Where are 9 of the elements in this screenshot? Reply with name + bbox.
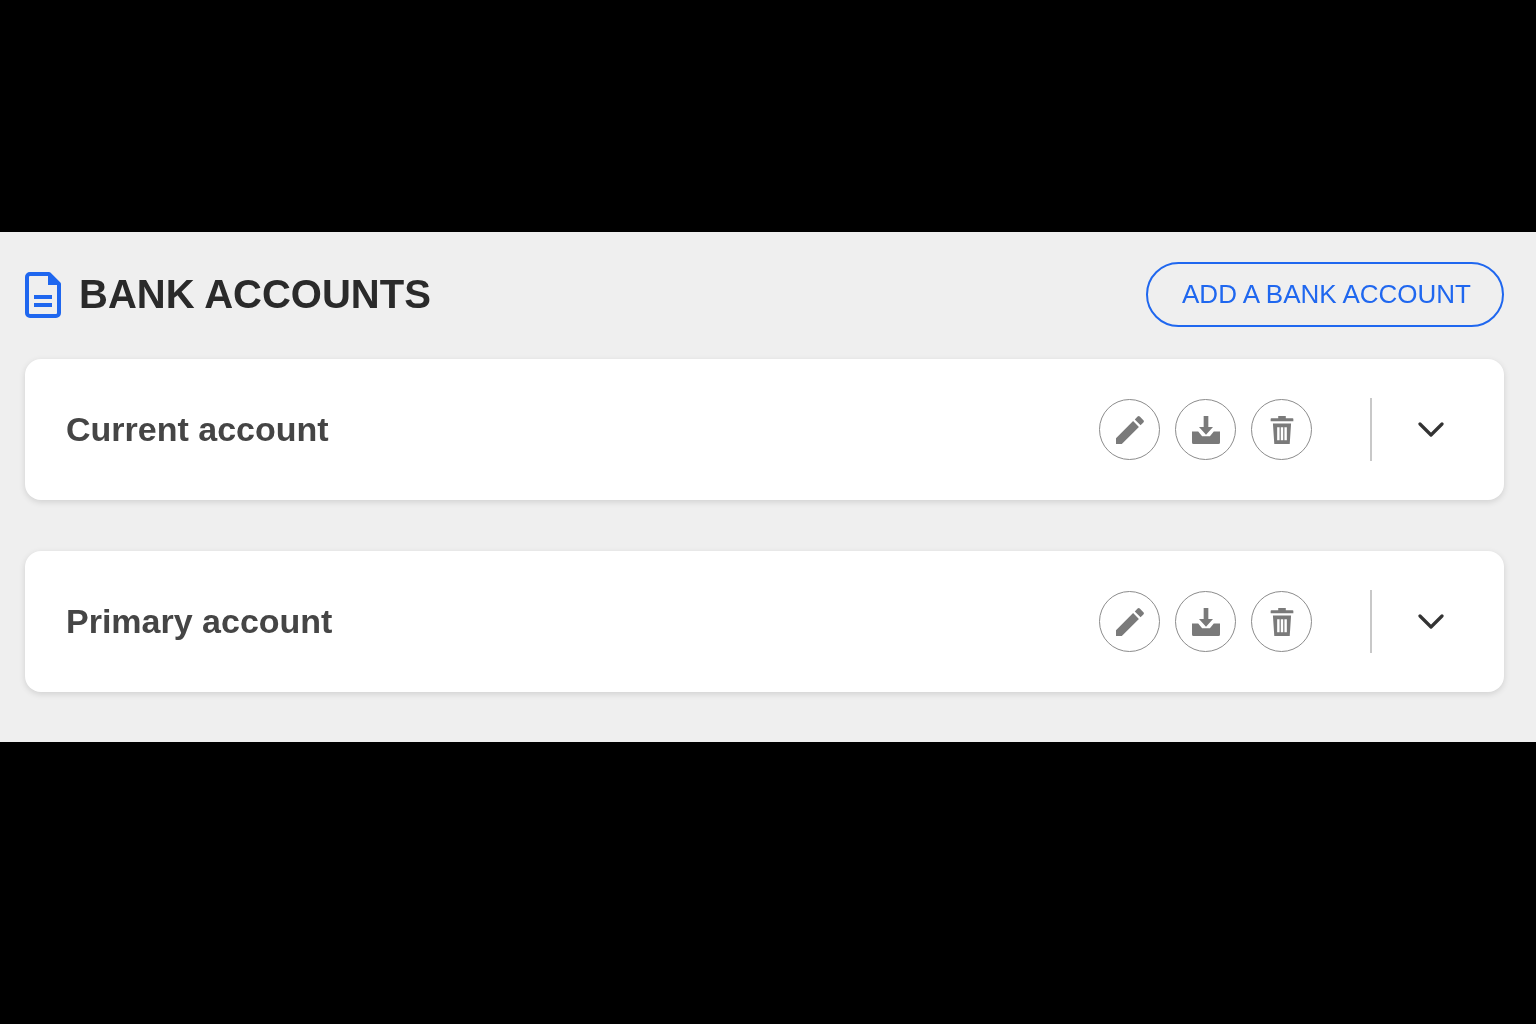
page-title: BANK ACCOUNTS [79, 272, 431, 317]
add-bank-account-button[interactable]: ADD A BANK ACCOUNT [1146, 262, 1504, 327]
account-name: Current account [66, 410, 330, 449]
pencil-icon [1115, 607, 1144, 636]
account-name: Primary account [66, 602, 334, 641]
document-icon [25, 271, 61, 318]
download-icon [1191, 607, 1220, 636]
pencil-icon [1115, 415, 1144, 444]
download-icon [1191, 415, 1220, 444]
